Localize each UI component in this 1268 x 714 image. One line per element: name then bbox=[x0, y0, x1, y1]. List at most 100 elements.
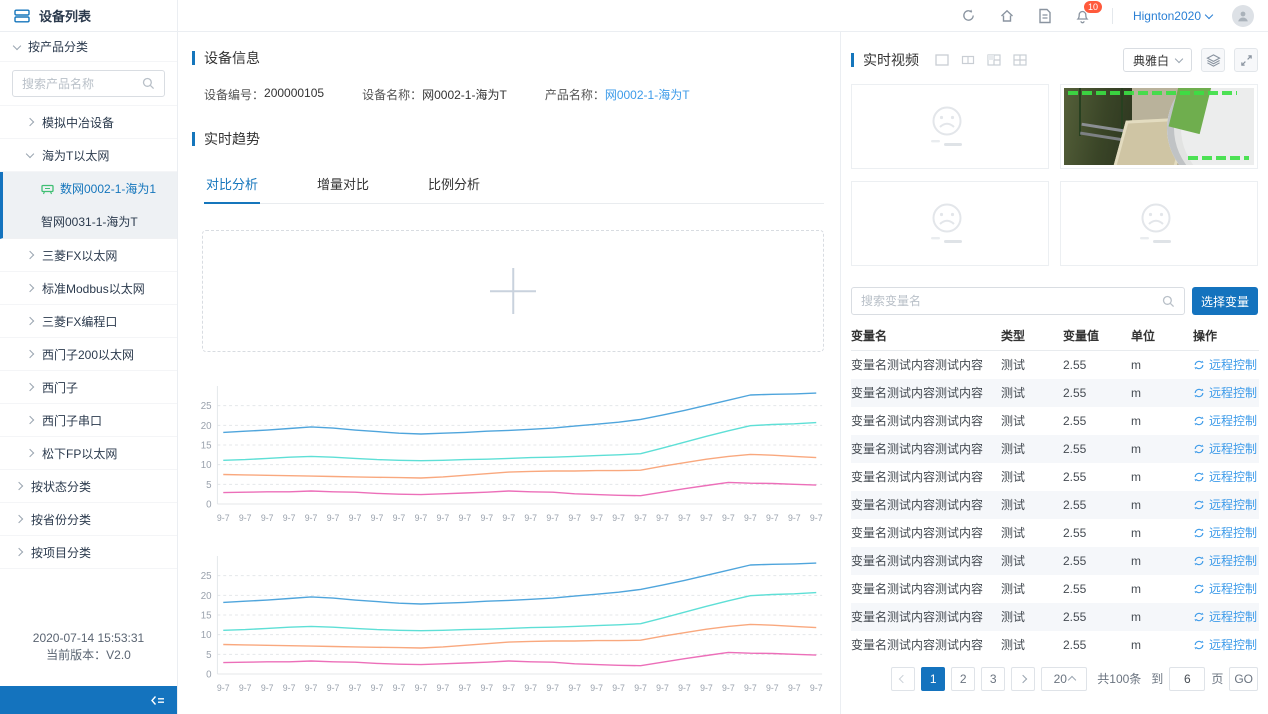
remote-control-link[interactable]: 远程控制 bbox=[1193, 608, 1259, 625]
document-icon[interactable] bbox=[1036, 7, 1054, 25]
remote-control-link[interactable]: 远程控制 bbox=[1193, 636, 1259, 653]
remote-control-label: 远程控制 bbox=[1209, 468, 1257, 485]
video-cell-empty[interactable] bbox=[851, 181, 1049, 266]
sidebar-group-by-product[interactable]: 按产品分类 bbox=[0, 32, 177, 62]
svg-text:25: 25 bbox=[201, 401, 212, 412]
add-chart-placeholder[interactable] bbox=[202, 230, 824, 352]
remote-control-link[interactable]: 远程控制 bbox=[1193, 552, 1259, 569]
page-button-3[interactable]: 3 bbox=[981, 667, 1005, 691]
collapse-sidebar-icon bbox=[150, 694, 166, 707]
table-body: 变量名测试内容测试内容测试2.55m远程控制变量名测试内容测试内容测试2.55m… bbox=[851, 351, 1259, 659]
layout-single-icon[interactable] bbox=[934, 52, 950, 68]
unit-cell: m bbox=[1131, 631, 1193, 659]
variable-name-cell: 变量名测试内容测试内容 bbox=[851, 407, 1001, 435]
divider bbox=[1112, 8, 1113, 24]
tree-item[interactable]: 西门子串口 bbox=[0, 404, 177, 437]
product-search-input[interactable] bbox=[22, 77, 142, 91]
field-value-link[interactable]: 网0002-1-海为T bbox=[605, 86, 690, 103]
chevron-up-icon bbox=[1068, 676, 1076, 684]
remote-control-link[interactable]: 远程控制 bbox=[1193, 524, 1259, 541]
home-icon[interactable] bbox=[998, 7, 1016, 25]
notifications-bell-icon[interactable]: 10 bbox=[1074, 7, 1092, 25]
remote-control-link[interactable]: 远程控制 bbox=[1193, 412, 1259, 429]
svg-text:9-7: 9-7 bbox=[722, 513, 735, 523]
remote-control-link[interactable]: 远程控制 bbox=[1193, 468, 1259, 485]
unit-cell: m bbox=[1131, 435, 1193, 463]
tree-item-label: 松下FP以太网 bbox=[42, 445, 117, 462]
tab-inactive[interactable]: 增量对比 bbox=[315, 165, 371, 204]
value-cell: 2.55 bbox=[1063, 435, 1131, 463]
remote-control-link[interactable]: 远程控制 bbox=[1193, 440, 1259, 457]
remote-control-link[interactable]: 远程控制 bbox=[1193, 384, 1259, 401]
tree-item[interactable]: 三菱FX以太网 bbox=[0, 239, 177, 272]
top-bar-actions: 10 Hignton2020 bbox=[178, 0, 1268, 31]
tree-item-label: 西门子串口 bbox=[42, 412, 102, 429]
chevron-right-icon bbox=[26, 416, 34, 424]
layers-button[interactable] bbox=[1201, 48, 1225, 72]
tab-active[interactable]: 对比分析 bbox=[204, 165, 260, 204]
tree-child-item[interactable]: 智网0031-1-海为T bbox=[3, 205, 177, 238]
tree-item[interactable]: 松下FP以太网 bbox=[0, 437, 177, 470]
type-cell: 测试 bbox=[1001, 407, 1063, 435]
svg-text:9-7: 9-7 bbox=[656, 683, 669, 693]
next-page-button[interactable] bbox=[1011, 667, 1035, 691]
device-info-fields: 设备编号：200000105设备名称：网0002-1-海为T产品名称：网0002… bbox=[204, 86, 826, 103]
jump-page-input[interactable] bbox=[1169, 667, 1205, 691]
camera-video-frame bbox=[1064, 88, 1254, 165]
theme-select[interactable]: 典雅白 bbox=[1123, 48, 1192, 72]
remote-control-link[interactable]: 远程控制 bbox=[1193, 496, 1259, 513]
avatar[interactable] bbox=[1232, 5, 1254, 27]
prev-page-button[interactable] bbox=[891, 667, 915, 691]
remote-control-link[interactable]: 远程控制 bbox=[1193, 580, 1259, 597]
sidebar-category-item[interactable]: 按状态分类 bbox=[0, 470, 177, 503]
column-header: 变量名 bbox=[851, 327, 1001, 351]
video-cell-empty[interactable] bbox=[851, 84, 1049, 169]
tree-item[interactable]: 海为T以太网 bbox=[0, 139, 177, 172]
value-cell: 2.55 bbox=[1063, 463, 1131, 491]
svg-text:9-7: 9-7 bbox=[502, 683, 515, 693]
select-variable-button[interactable]: 选择变量 bbox=[1192, 287, 1258, 315]
trend-chart-1: 05101520259-79-79-79-79-79-79-79-79-79-7… bbox=[194, 380, 826, 530]
tree-item[interactable]: 标准Modbus以太网 bbox=[0, 272, 177, 305]
remote-control-link[interactable]: 远程控制 bbox=[1193, 356, 1259, 373]
svg-text:9-7: 9-7 bbox=[459, 683, 472, 693]
svg-text:0: 0 bbox=[206, 669, 212, 680]
svg-text:5: 5 bbox=[206, 480, 212, 491]
page-button-1[interactable]: 1 bbox=[921, 667, 945, 691]
svg-text:9-7: 9-7 bbox=[546, 683, 559, 693]
tree-item[interactable]: 三菱FX编程口 bbox=[0, 305, 177, 338]
variable-search-input[interactable] bbox=[861, 294, 1162, 308]
tree-item[interactable]: 模拟中冶设备 bbox=[0, 106, 177, 139]
table-row: 变量名测试内容测试内容测试2.55m远程控制 bbox=[851, 435, 1259, 463]
tree-item[interactable]: 西门子200以太网 bbox=[0, 338, 177, 371]
svg-text:9-7: 9-7 bbox=[349, 683, 362, 693]
column-header: 操作 bbox=[1193, 327, 1259, 351]
sidebar-collapse-bar[interactable] bbox=[0, 686, 177, 714]
layout-grid-icon[interactable] bbox=[1012, 52, 1028, 68]
video-cell-live[interactable] bbox=[1060, 84, 1258, 169]
layout-three-pane-icon[interactable] bbox=[986, 52, 1002, 68]
user-menu[interactable]: Hignton2020 bbox=[1133, 9, 1212, 23]
svg-text:9-7: 9-7 bbox=[634, 683, 647, 693]
page-button-2[interactable]: 2 bbox=[951, 667, 975, 691]
video-cell-empty[interactable] bbox=[1060, 181, 1258, 266]
page-size-select[interactable]: 20 bbox=[1041, 667, 1087, 691]
tree-item[interactable]: 西门子 bbox=[0, 371, 177, 404]
svg-text:10: 10 bbox=[201, 460, 212, 471]
refresh-icon[interactable] bbox=[960, 7, 978, 25]
go-button[interactable]: GO bbox=[1229, 667, 1258, 691]
chevron-right-icon bbox=[26, 317, 34, 325]
page-title: 设备列表 bbox=[39, 6, 91, 25]
fullscreen-button[interactable] bbox=[1234, 48, 1258, 72]
chevron-left-icon bbox=[899, 674, 907, 682]
remote-control-icon bbox=[1193, 611, 1205, 623]
svg-text:9-7: 9-7 bbox=[744, 513, 757, 523]
value-cell: 2.55 bbox=[1063, 631, 1131, 659]
layout-two-pane-icon[interactable] bbox=[960, 52, 976, 68]
remote-control-label: 远程控制 bbox=[1209, 552, 1257, 569]
sidebar-category-item[interactable]: 按省份分类 bbox=[0, 503, 177, 536]
tab-inactive[interactable]: 比例分析 bbox=[426, 165, 482, 204]
sidebar-category-item[interactable]: 按项目分类 bbox=[0, 536, 177, 569]
unit-cell: m bbox=[1131, 575, 1193, 603]
tree-child-item[interactable]: 数网0002-1-海为1 bbox=[3, 172, 177, 205]
